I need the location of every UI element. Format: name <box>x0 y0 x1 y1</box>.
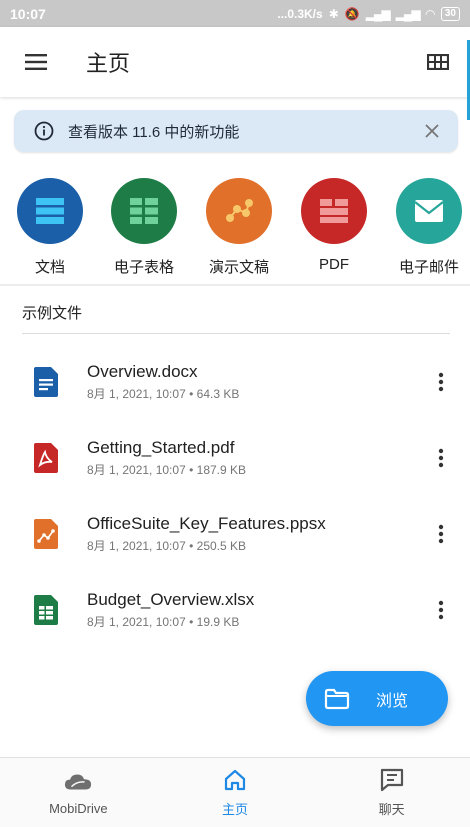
wifi-icon: ◠ <box>425 6 435 21</box>
section-title: 示例文件 <box>22 305 83 322</box>
section-divider <box>0 284 470 286</box>
mute-icon: 🔕 <box>344 6 360 21</box>
browse-label: 浏览 <box>376 692 409 710</box>
browse-button[interactable]: 浏览 <box>306 671 448 726</box>
signal-icon: ▂▄▆ <box>365 6 391 21</box>
info-icon <box>34 121 54 141</box>
folder-icon <box>324 688 350 709</box>
close-icon[interactable] <box>420 119 444 143</box>
file-meta: Getting_Started.pdf 8月 1, 2021, 10:07 • … <box>87 438 426 478</box>
category-documents[interactable]: 文档 <box>2 178 98 277</box>
email-icon <box>396 178 462 244</box>
more-options-icon[interactable] <box>426 364 456 400</box>
pdf-icon <box>301 178 367 244</box>
nav-label: 聊天 <box>378 802 405 817</box>
file-date: 8月 1, 2021, 10:07 <box>87 539 186 553</box>
file-name: Getting_Started.pdf <box>87 438 235 457</box>
page-title: 主页 <box>86 51 131 76</box>
file-name: OfficeSuite_Key_Features.ppsx <box>87 514 326 533</box>
ppsx-file-icon <box>32 518 60 550</box>
category-email[interactable]: 电子邮件 <box>381 178 470 277</box>
file-details: 8月 1, 2021, 10:07 • 64.3 KB <box>87 385 426 402</box>
chat-icon <box>378 767 406 793</box>
file-row[interactable]: OfficeSuite_Key_Features.ppsx 8月 1, 2021… <box>0 504 470 564</box>
file-details: 8月 1, 2021, 10:07 • 187.9 KB <box>87 461 426 478</box>
category-label: 演示文稿 <box>208 259 269 276</box>
nav-chat[interactable]: 聊天 <box>313 758 470 827</box>
file-name: Overview.docx <box>87 362 198 381</box>
category-label: 文档 <box>34 259 65 276</box>
network-speed: ...0.3K/s <box>277 6 323 21</box>
category-label: 电子邮件 <box>398 259 459 276</box>
category-row: 文档 电子表格 演示文稿 PDF 电子邮件 <box>0 178 470 278</box>
file-meta: OfficeSuite_Key_Features.ppsx 8月 1, 2021… <box>87 514 426 554</box>
file-details: 8月 1, 2021, 10:07 • 250.5 KB <box>87 537 426 554</box>
file-date: 8月 1, 2021, 10:07 <box>87 387 186 401</box>
file-row[interactable]: Overview.docx 8月 1, 2021, 10:07 • 64.3 K… <box>0 352 470 412</box>
status-bar: 10:07 ...0.3K/s ✱ 🔕 ▂▄▆ ▂▄▆ ◠ 30 <box>0 0 470 27</box>
signal-icon-2: ▂▄▆ <box>395 6 421 21</box>
category-label: 电子表格 <box>113 259 174 276</box>
nav-label: MobiDrive <box>49 801 108 816</box>
file-details: 8月 1, 2021, 10:07 • 19.9 KB <box>87 613 426 630</box>
more-options-icon[interactable] <box>426 440 456 476</box>
file-date: 8月 1, 2021, 10:07 <box>87 463 186 477</box>
pdf-file-icon <box>32 442 60 474</box>
battery-indicator: 30 <box>440 6 460 21</box>
category-pdf[interactable]: PDF <box>286 178 382 273</box>
more-options-icon[interactable] <box>426 592 456 628</box>
bluetooth-icon: ✱ <box>328 6 339 21</box>
xlsx-file-icon <box>32 594 60 626</box>
nav-label: 主页 <box>222 802 249 817</box>
file-size: 250.5 KB <box>196 539 247 553</box>
file-size: 187.9 KB <box>196 463 247 477</box>
home-icon <box>221 767 249 793</box>
spreadsheet-icon <box>111 178 177 244</box>
section-title-divider <box>22 333 450 334</box>
meta-separator: • <box>189 463 194 477</box>
file-row[interactable]: Budget_Overview.xlsx 8月 1, 2021, 10:07 •… <box>0 580 470 640</box>
category-spreadsheets[interactable]: 电子表格 <box>96 178 192 277</box>
docx-file-icon <box>32 366 60 398</box>
status-icons: ...0.3K/s ✱ 🔕 ▂▄▆ ▂▄▆ ◠ 30 <box>277 6 460 21</box>
file-name: Budget_Overview.xlsx <box>87 590 255 609</box>
more-options-icon[interactable] <box>426 516 456 552</box>
cloud-icon <box>64 769 92 795</box>
banner-text: 查看版本 11.6 中的新功能 <box>68 123 240 141</box>
presentation-icon <box>206 178 272 244</box>
file-size: 19.9 KB <box>196 615 240 629</box>
meta-separator: • <box>189 539 194 553</box>
category-label: PDF <box>319 256 349 273</box>
status-time: 10:07 <box>10 5 46 22</box>
grid-view-icon[interactable] <box>420 44 456 80</box>
file-date: 8月 1, 2021, 10:07 <box>87 615 186 629</box>
file-row[interactable]: Getting_Started.pdf 8月 1, 2021, 10:07 • … <box>0 428 470 488</box>
file-size: 64.3 KB <box>196 387 240 401</box>
file-meta: Budget_Overview.xlsx 8月 1, 2021, 10:07 •… <box>87 590 426 630</box>
nav-home[interactable]: 主页 <box>157 758 314 827</box>
category-presentations[interactable]: 演示文稿 <box>191 178 287 277</box>
meta-separator: • <box>189 387 194 401</box>
file-meta: Overview.docx 8月 1, 2021, 10:07 • 64.3 K… <box>87 362 426 402</box>
whats-new-banner[interactable]: 查看版本 11.6 中的新功能 <box>14 110 458 152</box>
bottom-navigation: MobiDrive 主页 聊天 <box>0 757 470 827</box>
app-bar: 主页 <box>0 27 470 97</box>
document-icon <box>17 178 83 244</box>
meta-separator: • <box>189 615 194 629</box>
hamburger-menu-icon[interactable] <box>18 44 54 80</box>
nav-mobidrive[interactable]: MobiDrive <box>0 758 157 827</box>
